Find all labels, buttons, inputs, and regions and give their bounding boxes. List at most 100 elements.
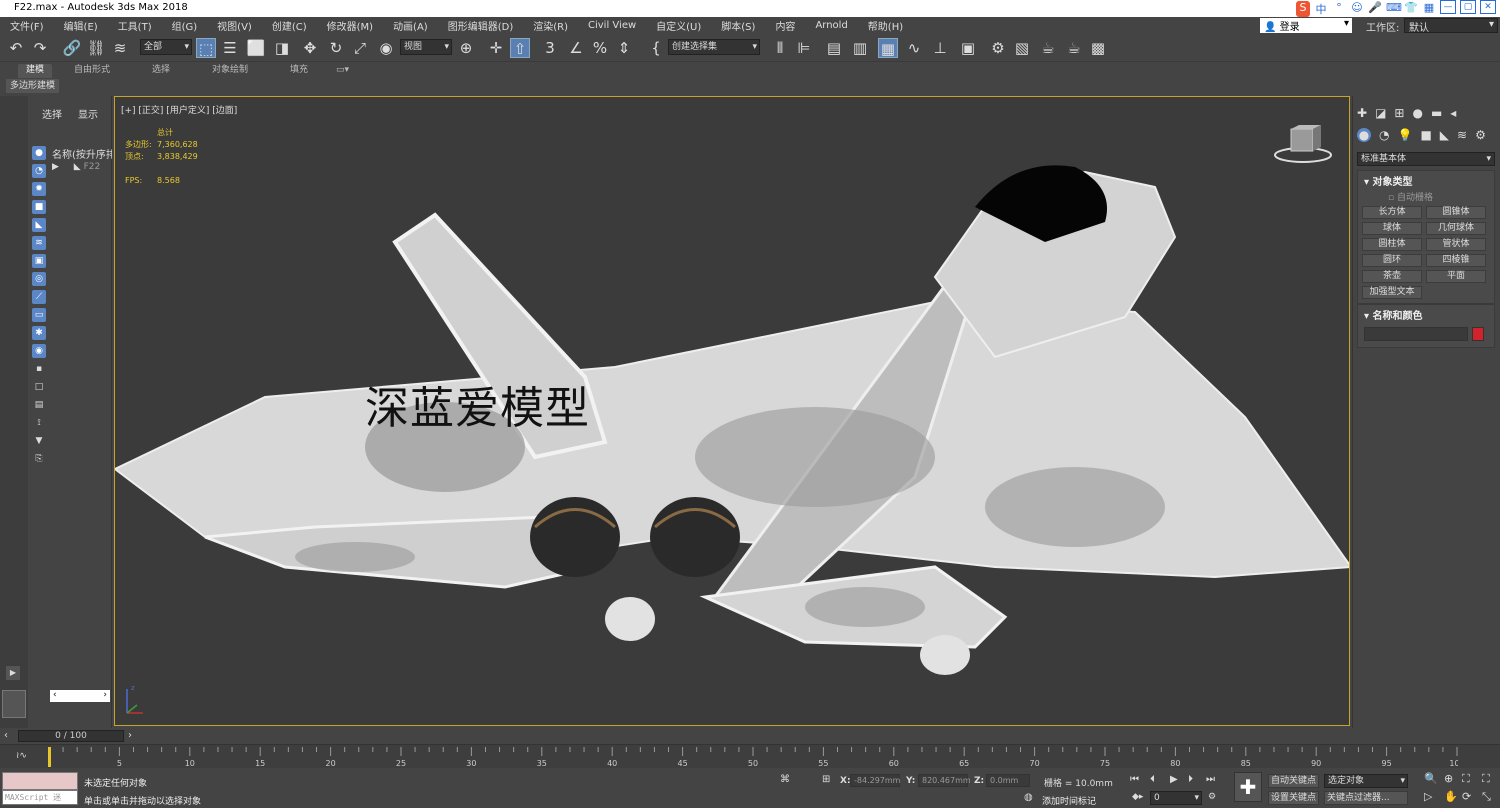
helpers-icon[interactable]: ◣ — [1440, 128, 1449, 142]
object-name-input[interactable] — [1364, 327, 1468, 341]
column-header-name[interactable]: 名称(按升序排 — [52, 146, 112, 161]
link-icon[interactable]: 🔗 — [62, 38, 82, 58]
menu-graph-editors[interactable]: 图形编辑器(D) — [438, 18, 524, 33]
shape-filter-icon[interactable]: ◔ — [32, 164, 46, 178]
menu-modifiers[interactable]: 修改器(M) — [317, 18, 383, 33]
spinner-snap-icon[interactable]: ⇕ — [614, 38, 634, 58]
set-key-big-button[interactable]: ✚ — [1234, 772, 1262, 802]
expand-arrow-icon[interactable]: ▶ — [6, 666, 20, 680]
unlink-icon[interactable]: ⛓ — [86, 38, 106, 58]
material-editor-icon[interactable]: ▣ — [958, 38, 978, 58]
set-key-button[interactable]: 设置关键点 — [1268, 791, 1320, 805]
geometry-filter-icon[interactable]: ● — [32, 146, 46, 160]
shapes-icon[interactable]: ◔ — [1379, 128, 1389, 142]
absolute-mode-icon[interactable]: ⊞ — [822, 774, 830, 785]
layer-icon[interactable]: ⎘ — [32, 452, 46, 466]
bone-filter-icon[interactable]: ⟋ — [32, 290, 46, 304]
maxscript-output[interactable] — [2, 772, 78, 790]
time-tag-icon[interactable]: ◍ — [1024, 792, 1033, 803]
textplus-button[interactable]: 加强型文本 — [1362, 286, 1422, 299]
render-in-cloud-icon[interactable]: ▩ — [1088, 38, 1108, 58]
schematic-view-icon[interactable]: ⊥ — [930, 38, 950, 58]
viewport-layout-thumbnail[interactable] — [2, 690, 26, 718]
space-warps-icon[interactable]: ≋ — [1457, 128, 1467, 142]
layer-explorer-icon[interactable]: ▥ — [850, 38, 870, 58]
systems-icon[interactable]: ⚙ — [1475, 128, 1486, 142]
percent-snap-icon[interactable]: % — [590, 38, 610, 58]
next-frame-icon[interactable]: ⏵ — [1188, 774, 1193, 785]
box-button[interactable]: 长方体 — [1362, 206, 1422, 219]
key-filters-button[interactable]: 关键点过滤器... — [1324, 791, 1408, 805]
ribbon-tab-object-paint[interactable]: 对象绘制 — [204, 64, 256, 78]
track-bar[interactable]: ≀∿ 0510152025303540455055606570758085909… — [0, 744, 1500, 768]
pivot-center-icon[interactable]: ⊕ — [456, 38, 476, 58]
current-frame-input[interactable]: 0 ▾ — [1150, 791, 1202, 805]
workspace-select[interactable]: 默认 ▾ — [1404, 18, 1498, 34]
angle-snap-icon[interactable]: ∠ — [566, 38, 586, 58]
zoom-all-icon[interactable]: ⊕ — [1444, 772, 1453, 785]
lights-icon[interactable]: 💡 — [1397, 128, 1412, 142]
filter-icon[interactable]: ▼ — [32, 434, 46, 448]
cameras-icon[interactable]: ■ — [1420, 128, 1431, 142]
zoom-extents-icon[interactable]: ⛶ — [1462, 772, 1470, 786]
edit-named-selection-icon[interactable]: { — [646, 38, 666, 58]
menu-customize[interactable]: 自定义(U) — [646, 18, 711, 33]
reference-coord-dropdown[interactable]: 视图 ▾ — [400, 39, 452, 55]
light-filter-icon[interactable]: ✹ — [32, 182, 46, 196]
ribbon-toggle-icon[interactable]: ▦ — [878, 38, 898, 58]
xref-filter-icon[interactable]: ◎ — [32, 272, 46, 286]
time-slider-right-icon[interactable]: › — [128, 730, 132, 741]
maximize-button[interactable]: ▢ — [1460, 0, 1476, 14]
list-item[interactable]: ▶ ◣ F22 — [52, 162, 112, 172]
display-all-icon[interactable]: ▪ — [32, 362, 46, 376]
polygon-modeling-tab[interactable]: 多边形建模 — [6, 79, 60, 93]
ime-emoji-icon[interactable]: ☺ — [1350, 1, 1364, 17]
torus-button[interactable]: 圆环 — [1362, 254, 1422, 267]
particle-filter-icon[interactable]: ✱ — [32, 326, 46, 340]
autogrid-checkbox[interactable]: ▫ 自动栅格 — [1358, 190, 1494, 203]
orbit-icon[interactable]: ⟳ — [1462, 790, 1471, 803]
ime-keyboard-icon[interactable]: ⌨ — [1386, 1, 1402, 17]
geosphere-button[interactable]: 几何球体 — [1426, 222, 1486, 235]
pan-icon[interactable]: ✋ — [1444, 790, 1458, 803]
viewcube-icon[interactable] — [1273, 125, 1333, 165]
y-coordinate-input[interactable]: 820.467mm — [918, 774, 971, 787]
frozen-filter-icon[interactable]: ◉ — [32, 344, 46, 358]
place-icon[interactable]: ◉ — [376, 38, 396, 58]
menu-arnold[interactable]: Arnold — [805, 20, 857, 31]
container-filter-icon[interactable]: ▭ — [32, 308, 46, 322]
time-slider-left-icon[interactable]: ‹ — [4, 730, 8, 741]
menu-help[interactable]: 帮助(H) — [858, 18, 913, 33]
close-button[interactable]: ✕ — [1480, 0, 1496, 14]
cone-button[interactable]: 圆锥体 — [1426, 206, 1486, 219]
teapot-button[interactable]: 茶壶 — [1362, 270, 1422, 283]
x-coordinate-input[interactable]: -84.297mm — [850, 774, 900, 787]
sogou-logo-icon[interactable]: S — [1296, 1, 1310, 17]
go-to-start-icon[interactable]: ⏮ — [1130, 774, 1139, 785]
ribbon-tab-freeform[interactable]: 自由形式 — [66, 64, 118, 78]
ime-mode-icon[interactable]: 中 — [1314, 1, 1328, 17]
spacewarp-filter-icon[interactable]: ≋ — [32, 236, 46, 250]
rotate-icon[interactable]: ↻ — [326, 38, 346, 58]
isolate-selection-icon[interactable]: ⌘ — [780, 774, 790, 785]
find-icon[interactable]: ⟟ — [32, 416, 46, 430]
utilities-tab-icon[interactable]: ◂ — [1450, 106, 1456, 120]
time-configuration-icon[interactable]: ⚙ — [1208, 792, 1216, 802]
menu-content[interactable]: 内容 — [765, 18, 805, 33]
menu-edit[interactable]: 编辑(E) — [54, 18, 108, 33]
menu-animation[interactable]: 动画(A) — [383, 18, 438, 33]
auto-key-button[interactable]: 自动关键点 — [1268, 774, 1320, 788]
scene-explorer-toggle-icon[interactable]: ▤ — [824, 38, 844, 58]
menu-create[interactable]: 创建(C) — [262, 18, 317, 33]
snaps-toggle-icon[interactable]: 3 — [540, 38, 560, 58]
window-crossing-icon[interactable]: ◨ — [272, 38, 292, 58]
ime-tools-icon[interactable]: ▦ — [1422, 1, 1436, 17]
menu-civil-view[interactable]: Civil View — [578, 20, 646, 31]
horizontal-scrollbar[interactable]: ‹ › — [50, 690, 110, 702]
plane-button[interactable]: 平面 — [1426, 270, 1486, 283]
select-object-icon[interactable]: ⬚ — [196, 38, 216, 58]
redo-icon[interactable]: ↷ — [30, 38, 50, 58]
play-icon[interactable]: ▶ — [1170, 774, 1178, 785]
curve-editor-mini-icon[interactable]: ≀∿ — [16, 751, 27, 761]
modify-tab-icon[interactable]: ◪ — [1375, 106, 1386, 120]
